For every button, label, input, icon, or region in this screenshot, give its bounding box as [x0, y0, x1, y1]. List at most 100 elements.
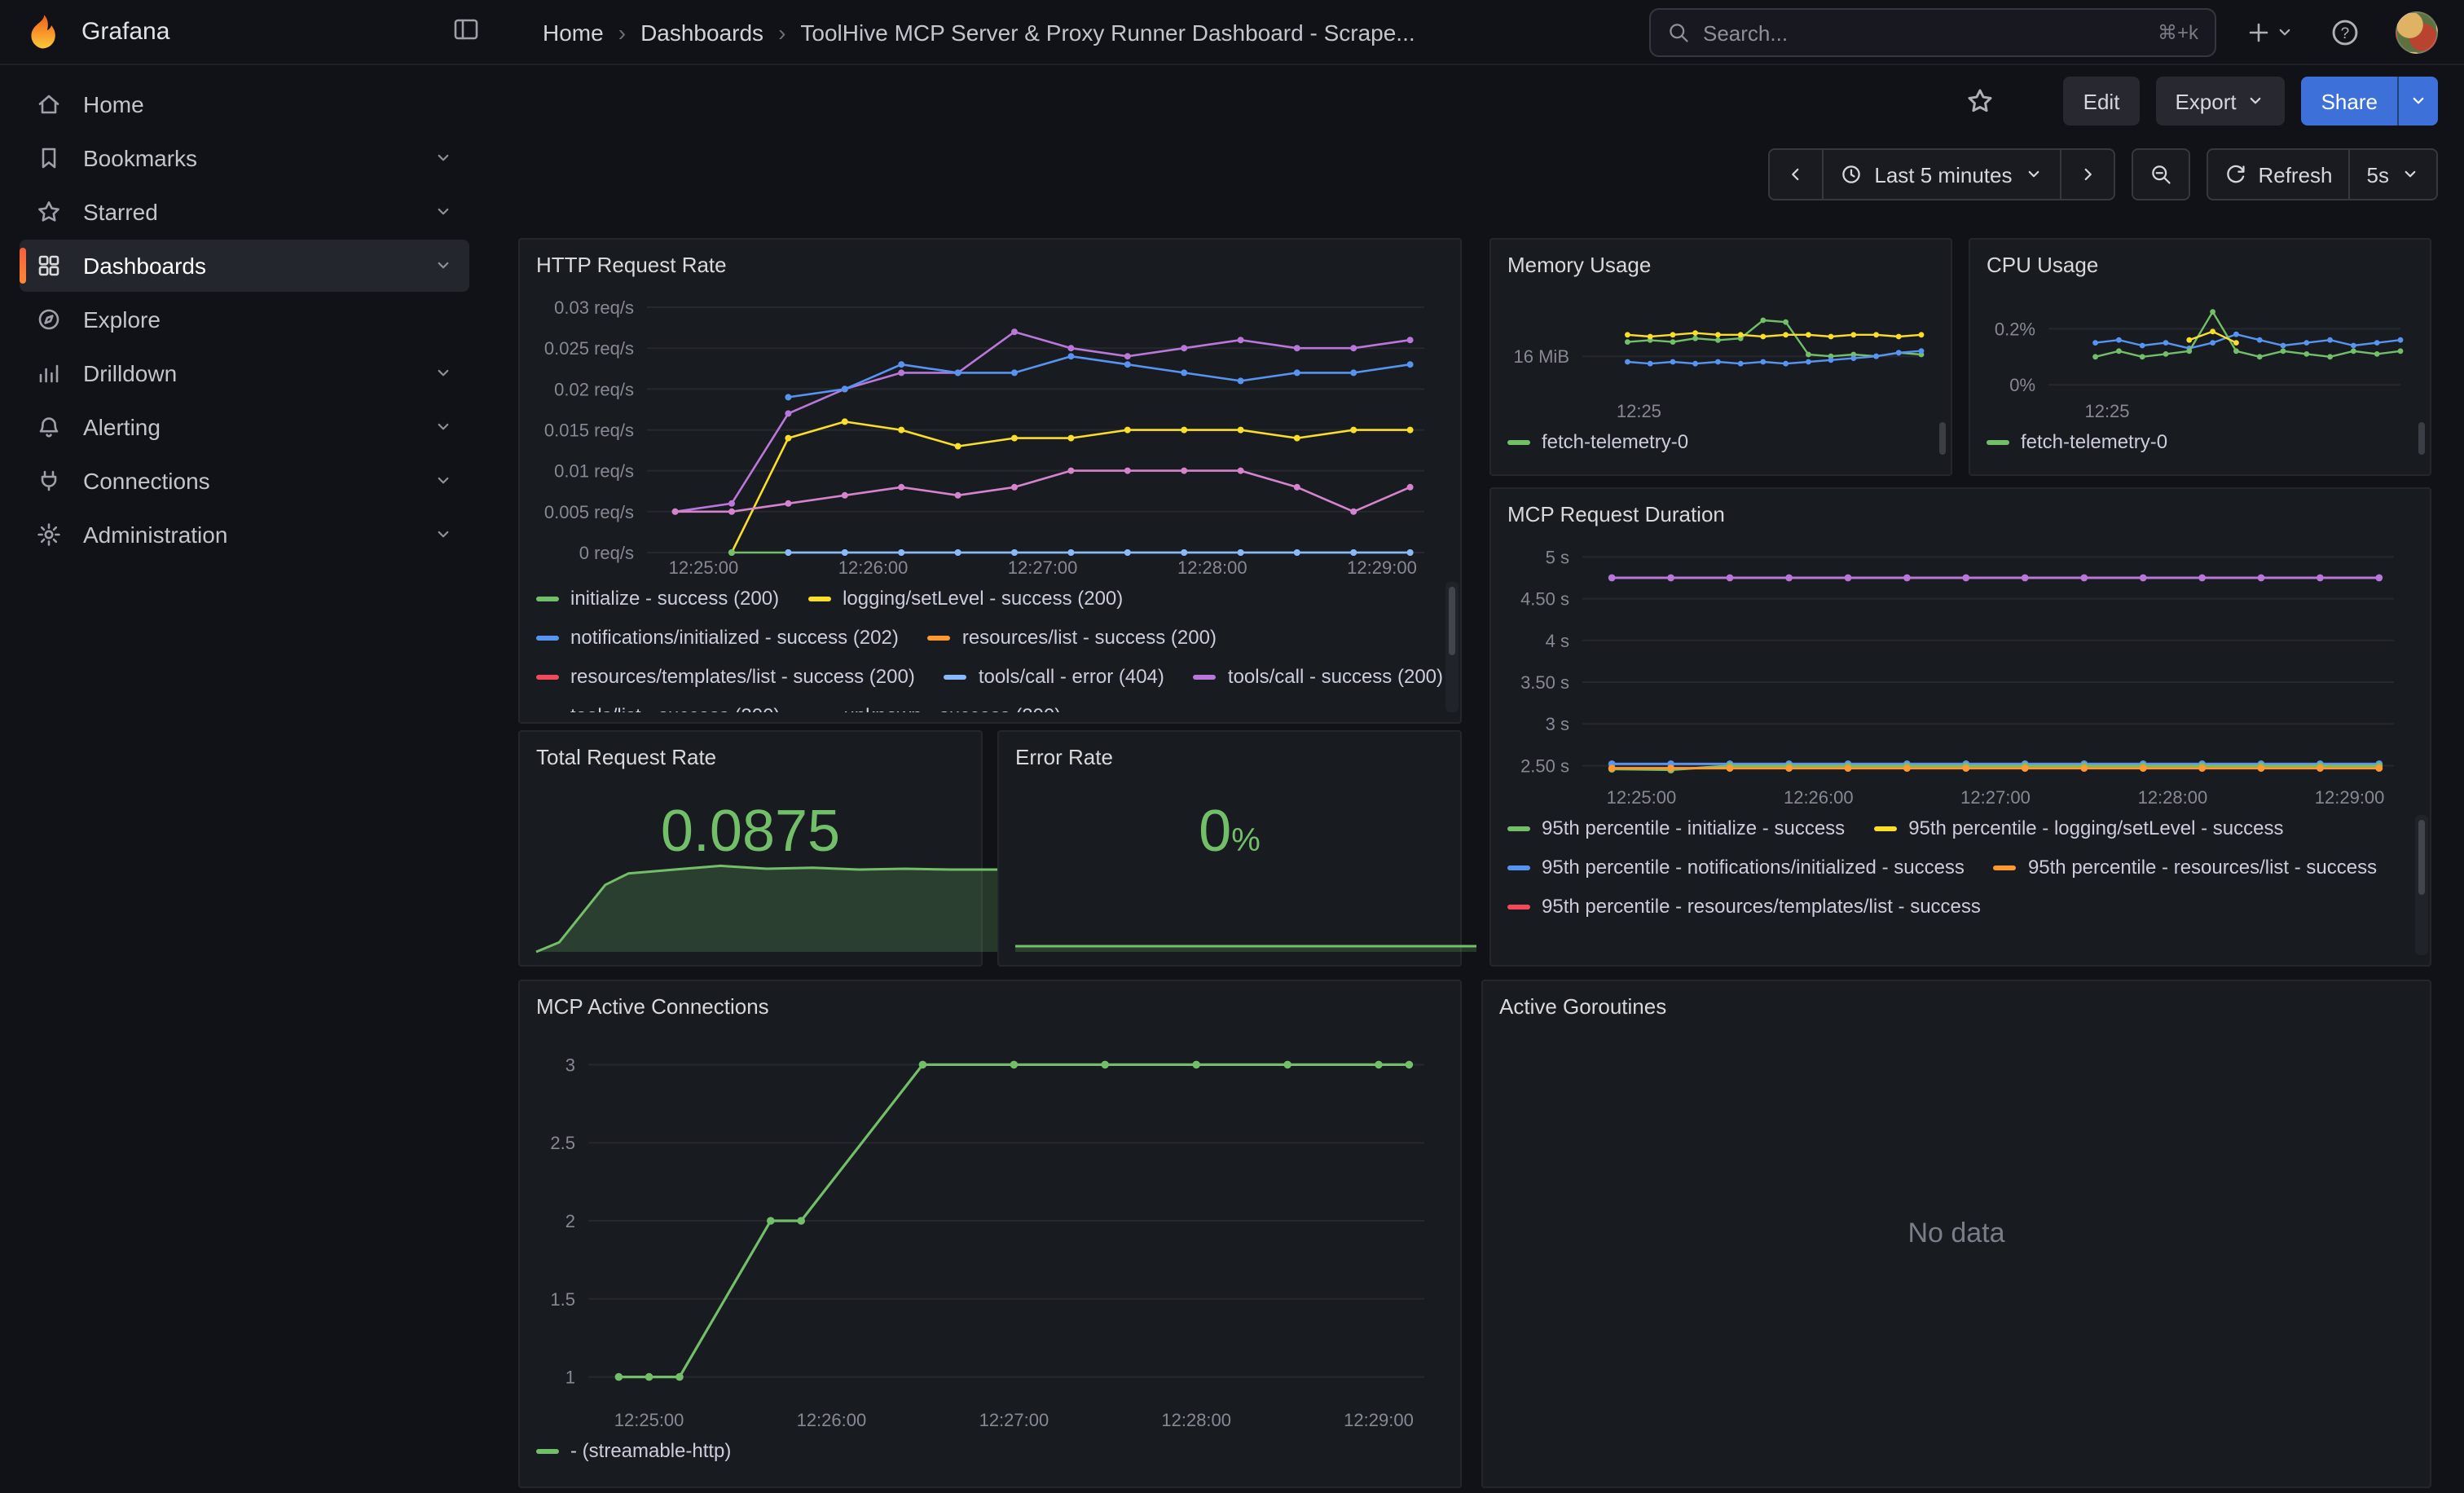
legend-swatch	[1507, 826, 1530, 830]
legend-item[interactable]: 95th percentile - notifications/initiali…	[1507, 851, 1965, 883]
panel-title[interactable]: Total Request Rate	[536, 742, 965, 774]
legend-swatch	[1874, 826, 1897, 830]
breadcrumb-dashboards[interactable]: Dashboards	[640, 20, 763, 46]
legend-item[interactable]: initialize - success (200)	[536, 582, 779, 614]
sidebar-item-label: Starred	[83, 199, 158, 225]
sidebar-item-label: Connections	[83, 468, 210, 494]
legend-scrollbar-thumb[interactable]	[2418, 820, 2425, 895]
legend-item[interactable]: resources/templates/list - success (200)	[536, 660, 915, 693]
breadcrumb-home[interactable]: Home	[543, 20, 604, 46]
zoom-out-icon	[2149, 163, 2171, 186]
chevron-right-icon	[2077, 165, 2097, 184]
legend-scrollbar-thumb[interactable]	[2418, 422, 2425, 455]
svg-text:12:29:00: 12:29:00	[1347, 557, 1417, 578]
legend-item[interactable]: tools/call - success (200)	[1194, 660, 1443, 693]
share-menu-button[interactable]	[2397, 77, 2438, 126]
legend-item[interactable]: 95th percentile - initialize - success	[1507, 812, 1845, 844]
svg-text:2: 2	[565, 1211, 575, 1231]
legend-item[interactable]: 95th percentile - resources/templates/li…	[1507, 890, 1981, 923]
legend-item[interactable]: fetch-telemetry-0	[1987, 425, 2167, 458]
zoom-out-button[interactable]	[2131, 148, 2189, 200]
chevron-down-icon[interactable]	[433, 525, 453, 544]
edit-button[interactable]: Edit	[2064, 77, 2140, 126]
search-input[interactable]: Search... ⌘+k	[1649, 8, 2216, 57]
sidebar-item-explore[interactable]: Explore	[20, 293, 469, 346]
sidebar-item-starred[interactable]: Starred	[20, 186, 469, 238]
help-icon[interactable]: ?	[2330, 13, 2360, 52]
mcp-active-connections-chart[interactable]: 32.521.5112:25:0012:26:0012:27:0012:28:0…	[536, 1024, 1444, 1431]
active-accent-bar	[20, 86, 26, 122]
memory-legend: fetch-telemetry-0	[1507, 425, 1934, 461]
memory-usage-chart[interactable]: 16 MiB12:25	[1507, 282, 1934, 422]
sidebar-item-administration[interactable]: Administration	[20, 509, 469, 561]
svg-text:4.50 s: 4.50 s	[1520, 589, 1569, 610]
breadcrumb-separator: ›	[778, 20, 785, 46]
svg-text:12:28:00: 12:28:00	[1161, 1410, 1231, 1430]
sidebar-item-home[interactable]: Home	[20, 78, 469, 130]
legend-item[interactable]: tools/list - success (200)	[536, 699, 780, 712]
legend-swatch	[1507, 865, 1530, 870]
sidebar-nav-list: HomeBookmarks Starred DashboardsExploreDri…	[20, 78, 469, 561]
legend-swatch	[944, 674, 967, 679]
sidebar-item-dashboards[interactable]: Dashboards	[20, 240, 469, 292]
time-back-button[interactable]	[1768, 148, 1824, 200]
legend-swatch	[1194, 674, 1217, 679]
dashboard-main: Edit Export Share Last 5 minutes	[489, 65, 2464, 1493]
legend-item[interactable]: 95th percentile - logging/setLevel - suc…	[1874, 812, 2283, 844]
svg-text:0.2%: 0.2%	[1995, 319, 2035, 339]
panel-title[interactable]: HTTP Request Rate	[536, 249, 1444, 282]
svg-text:?: ?	[2341, 25, 2350, 42]
breadcrumb: Home › Dashboards › ToolHive MCP Server …	[543, 0, 1415, 65]
chevron-down-icon[interactable]	[433, 471, 453, 491]
svg-text:0.015 req/s: 0.015 req/s	[544, 421, 634, 441]
share-button[interactable]: Share	[2302, 77, 2397, 126]
legend-item[interactable]: 95th percentile - resources/list - succe…	[1994, 851, 2377, 883]
time-forward-button[interactable]	[2061, 148, 2114, 200]
svg-text:3.50 s: 3.50 s	[1520, 672, 1569, 693]
panel-title[interactable]: Error Rate	[1015, 742, 1444, 774]
star-dashboard-icon[interactable]	[1956, 85, 2005, 117]
time-range-picker[interactable]: Last 5 minutes	[1824, 148, 2061, 200]
legend-item[interactable]: unknown - success (200)	[809, 699, 1061, 712]
chevron-down-icon[interactable]	[433, 256, 453, 275]
chevron-down-icon[interactable]	[433, 363, 453, 383]
chevron-down-icon	[2023, 165, 2043, 184]
legend-item[interactable]: fetch-telemetry-0	[1507, 425, 1688, 458]
panel-title[interactable]: MCP Request Duration	[1507, 499, 2413, 531]
grafana-logo-icon[interactable]	[21, 11, 64, 54]
add-button[interactable]	[2246, 13, 2295, 52]
brand-name: Grafana	[81, 0, 169, 65]
bookmark-icon	[36, 145, 62, 171]
mcp-request-duration-chart[interactable]: 5 s4.50 s4 s3.50 s3 s2.50 s12:25:0012:26…	[1507, 531, 2413, 808]
legend-item[interactable]: resources/list - success (200)	[928, 621, 1217, 654]
sidebar-item-drilldown[interactable]: Drilldown	[20, 347, 469, 399]
legend-scrollbar-thumb[interactable]	[1939, 422, 1946, 455]
sidebar: HomeBookmarks Starred DashboardsExploreDri…	[0, 65, 489, 1493]
user-avatar[interactable]	[2396, 11, 2438, 54]
chevron-down-icon[interactable]	[433, 417, 453, 437]
panel-title[interactable]: CPU Usage	[1987, 249, 2413, 282]
panel-title[interactable]: MCP Active Connections	[536, 991, 1444, 1024]
panel-title[interactable]: Memory Usage	[1507, 249, 1934, 282]
legend-item[interactable]: logging/setLevel - success (200)	[808, 582, 1123, 614]
legend-item[interactable]: tools/call - error (404)	[944, 660, 1164, 693]
sidebar-toggle-icon[interactable]	[443, 15, 489, 49]
sidebar-item-bookmarks[interactable]: Bookmarks	[20, 132, 469, 184]
svg-text:0 req/s: 0 req/s	[579, 543, 634, 563]
refresh-interval-picker[interactable]: 5s	[2351, 148, 2438, 200]
cpu-usage-chart[interactable]: 0.2%0%12:25	[1987, 282, 2413, 422]
refresh-button[interactable]: Refresh	[2206, 148, 2350, 200]
legend-swatch	[536, 1448, 559, 1453]
export-button[interactable]: Export	[2155, 77, 2285, 126]
chevron-down-icon[interactable]	[433, 202, 453, 222]
legend-item[interactable]: - (streamable-http)	[536, 1434, 731, 1467]
legend-item[interactable]: notifications/initialized - success (202…	[536, 621, 899, 654]
sidebar-item-connections[interactable]: Connections	[20, 455, 469, 507]
svg-text:12:29:00: 12:29:00	[2315, 787, 2385, 808]
legend-scrollbar-thumb[interactable]	[1449, 587, 1455, 655]
sidebar-item-alerting[interactable]: Alerting	[20, 401, 469, 453]
share-split-button: Share	[2302, 77, 2438, 126]
legend-swatch	[808, 596, 831, 601]
chevron-down-icon[interactable]	[433, 148, 453, 168]
http-request-rate-chart[interactable]: 0 req/s0.005 req/s0.01 req/s0.015 req/s0…	[536, 282, 1444, 579]
